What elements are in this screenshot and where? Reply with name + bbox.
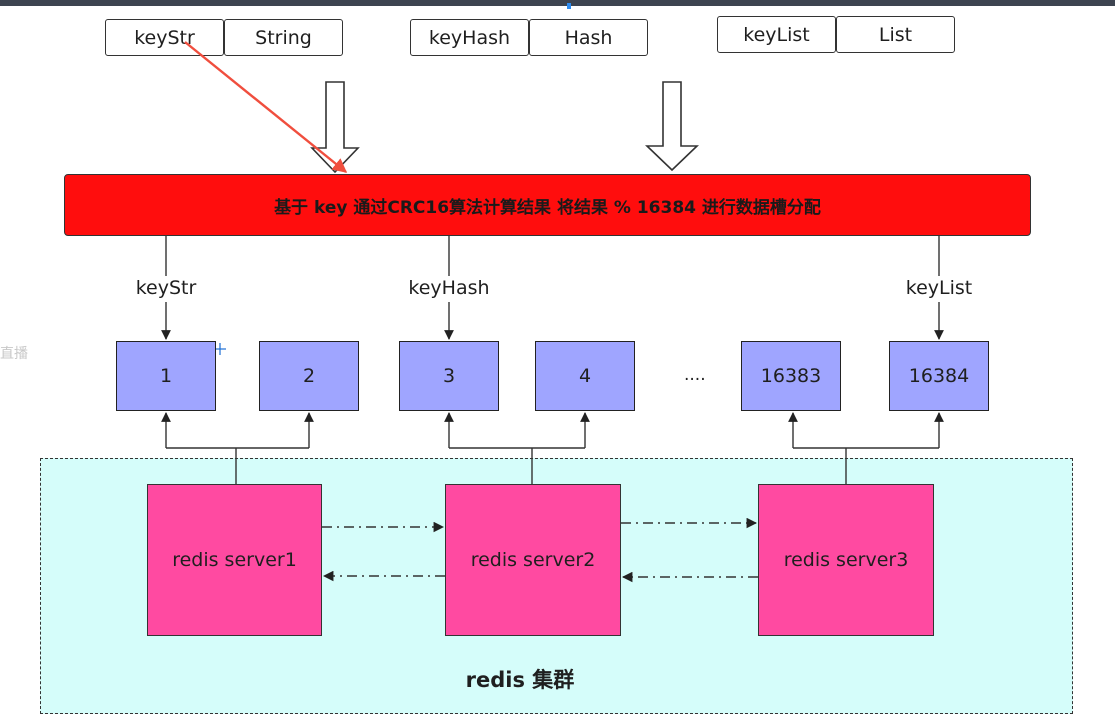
slot-16383: 16383 [741,341,841,411]
edge-label-keystr: keyStr [135,277,197,299]
edge-label-keyhash: keyHash [408,277,490,299]
hollow-down-arrow-right [645,81,699,172]
redis-server-2: redis server2 [445,484,621,636]
server2-slot-bracket [449,447,585,485]
edge-label-keylist: keyList [905,277,973,299]
annotation-arrow [184,41,348,173]
hollow-down-arrow-left [310,81,360,174]
slot-2: 2 [259,341,359,411]
slot-4: 4 [535,341,635,411]
slot-3: 3 [399,341,499,411]
slot-16384: 16384 [889,341,989,411]
redis-server-1: redis server1 [147,484,322,636]
slot-1: 1 [116,341,216,411]
cluster-label: redis 集群 [465,668,575,692]
redis-server-3: redis server3 [758,484,934,636]
slot-ellipsis: .... [684,365,706,385]
server3-slot-bracket [793,447,939,485]
server1-slot-bracket [166,447,309,485]
crc16-hash-bar: 基于 key 通过CRC16算法计算结果 将结果 % 16384 进行数据槽分配 [64,174,1031,236]
